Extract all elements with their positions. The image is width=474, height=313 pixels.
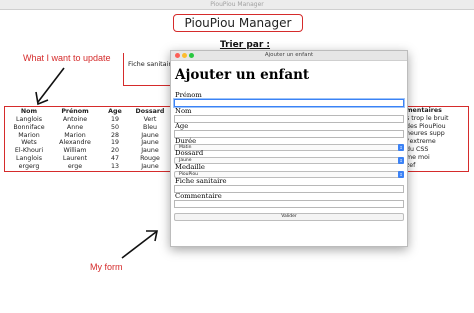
cell-nom: ergerg bbox=[18, 162, 40, 170]
nom-label: Nom bbox=[175, 107, 192, 115]
table-header-row: Nom Prénom Age Dossard bbox=[7, 108, 169, 116]
header-commentaires[interactable]: mentaires bbox=[406, 107, 448, 115]
window-titlebar: PiouPiou Manager bbox=[0, 0, 474, 10]
add-child-window: Ajouter un enfant Ajouter un enfant Prén… bbox=[170, 50, 408, 247]
comment-cell: me moi bbox=[406, 153, 430, 161]
cell-prenom: Laurent bbox=[62, 154, 88, 162]
table-row[interactable]: ergerg erge 13 Jaune bbox=[7, 163, 169, 171]
commentaire-label: Commentaire bbox=[175, 192, 222, 200]
dossard-select[interactable]: Jaune ↕ bbox=[174, 157, 404, 164]
cell-prenom: Antoine bbox=[62, 116, 88, 123]
cell-prenom: erge bbox=[67, 162, 83, 170]
table-row[interactable]: Bonniface Anne 50 Bleu bbox=[7, 124, 169, 132]
comment-cell: du CSS bbox=[406, 145, 429, 153]
form-heading: Ajouter un enfant bbox=[175, 67, 310, 83]
duree-select[interactable]: Matin ↕ bbox=[174, 144, 404, 151]
table-row[interactable]: Marion Marion 28 Jaune bbox=[7, 132, 169, 140]
cell-dossard: Bleu bbox=[143, 123, 157, 131]
chevron-updown-icon: ↕ bbox=[398, 171, 404, 178]
comment-cell: heures supp bbox=[406, 130, 445, 138]
annotation-arrow-form bbox=[121, 230, 158, 259]
comment-cell: zef bbox=[406, 161, 416, 169]
cell-dossard: Jaune bbox=[141, 147, 159, 155]
chevron-updown-icon: ↕ bbox=[398, 144, 404, 151]
comment-cell: des PiouPiou bbox=[406, 122, 446, 130]
table-row[interactable]: El-Khouri William 20 Jaune bbox=[7, 147, 169, 155]
cell-age: 28 bbox=[110, 131, 119, 139]
window-title: PiouPiou Manager bbox=[210, 1, 264, 8]
comment-cell: s trop le bruit bbox=[406, 114, 449, 122]
cell-age: 47 bbox=[110, 154, 119, 162]
update-annotation: What I want to update bbox=[23, 53, 111, 63]
header-age[interactable]: Age bbox=[99, 108, 131, 116]
sort-label: Trier par : bbox=[219, 40, 271, 50]
app-title: PiouPiou Manager bbox=[173, 14, 303, 32]
header-nom[interactable]: Nom bbox=[7, 108, 51, 116]
nom-input[interactable] bbox=[174, 115, 404, 123]
age-input[interactable] bbox=[174, 130, 404, 138]
table-row[interactable]: Langlois Laurent 47 Rouge bbox=[7, 155, 169, 163]
prenom-label: Prénom bbox=[175, 91, 202, 99]
commentaire-input[interactable] bbox=[174, 200, 404, 208]
fiche-label: Fiche sanitaire bbox=[175, 177, 227, 185]
modal-titlebar: Ajouter un enfant bbox=[171, 51, 407, 61]
cell-dossard: Jaune bbox=[141, 162, 159, 170]
table-row[interactable]: Wets Alexandre 19 Jaune bbox=[7, 139, 169, 147]
prenom-input[interactable] bbox=[174, 99, 404, 107]
annotation-arrow-up bbox=[35, 67, 65, 106]
dossard-label: Dossard bbox=[175, 149, 204, 157]
cell-age: 50 bbox=[110, 123, 119, 131]
chevron-updown-icon: ↕ bbox=[398, 157, 404, 164]
cell-nom: El-Khouri bbox=[14, 147, 44, 155]
table-row[interactable]: Langlois Antoine 19 Vert bbox=[7, 116, 169, 124]
comments-column: mentaires s trop le bruit des PiouPiou h… bbox=[406, 107, 448, 169]
cell-prenom: William bbox=[63, 147, 87, 155]
cell-age: 19 bbox=[110, 139, 119, 147]
cell-age: 13 bbox=[110, 162, 119, 170]
children-table: Nom Prénom Age Dossard Langlois Antoine 19… bbox=[7, 108, 169, 171]
age-label: Age bbox=[175, 122, 189, 130]
cell-nom: Langlois bbox=[16, 116, 42, 123]
submit-button[interactable]: Valider bbox=[174, 213, 404, 221]
comment-cell: l'extreme bbox=[406, 138, 436, 146]
sort-dropdown-value[interactable]: Fiche sanitaire bbox=[128, 60, 175, 68]
cell-nom: Marion bbox=[18, 131, 40, 139]
form-annotation: My form bbox=[90, 262, 123, 272]
cell-age: 20 bbox=[110, 147, 119, 155]
cell-nom: Langlois bbox=[16, 154, 42, 162]
cell-dossard: Jaune bbox=[141, 131, 159, 139]
modal-window-title: Ajouter un enfant bbox=[264, 52, 314, 58]
cell-prenom: Alexandre bbox=[59, 139, 91, 147]
cell-dossard: Rouge bbox=[140, 154, 160, 162]
cell-nom: Bonniface bbox=[13, 123, 45, 131]
header-prenom[interactable]: Prénom bbox=[51, 108, 99, 116]
cell-dossard: Vert bbox=[143, 116, 157, 123]
cell-prenom: Marion bbox=[64, 131, 86, 139]
medaille-label: Medaille bbox=[175, 163, 205, 171]
cell-prenom: Anne bbox=[66, 123, 84, 131]
header-dossard[interactable]: Dossard bbox=[131, 108, 169, 116]
cell-age: 19 bbox=[110, 116, 119, 123]
cell-dossard: Jaune bbox=[141, 139, 159, 147]
cell-nom: Wets bbox=[21, 139, 37, 147]
